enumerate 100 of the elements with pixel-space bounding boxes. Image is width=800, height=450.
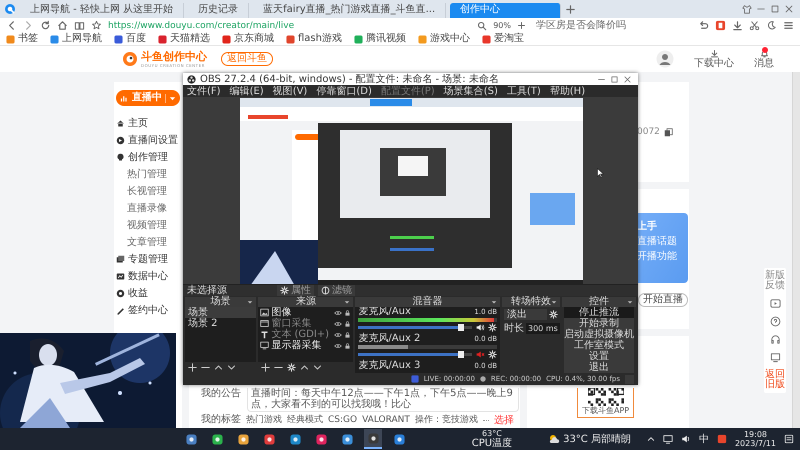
control-button[interactable]: 开始录制: [564, 318, 634, 329]
tag[interactable]: CS:GO: [328, 414, 358, 426]
sidebar-item[interactable]: 收益: [116, 288, 148, 299]
move-up-icon[interactable]: [214, 363, 223, 372]
dock-menu-icon[interactable]: [344, 299, 350, 305]
copy-icon[interactable]: [664, 128, 673, 136]
lock-icon[interactable]: [344, 342, 352, 350]
bookmark-link[interactable]: 爱淘宝: [482, 33, 524, 45]
eye-icon[interactable]: [334, 342, 342, 350]
bookmark-link[interactable]: 上网导航: [50, 33, 102, 45]
maximize-icon[interactable]: [770, 4, 780, 14]
menu-item[interactable]: 工具(T): [506, 86, 541, 96]
close-icon[interactable]: [784, 4, 794, 14]
bookmark-link[interactable]: 百度: [114, 33, 146, 45]
volume-slider[interactable]: [358, 351, 472, 358]
zoom-icon[interactable]: [477, 20, 488, 30]
plus-icon[interactable]: [517, 21, 526, 30]
taskbar-app[interactable]: [364, 429, 382, 449]
undo-icon[interactable]: [698, 20, 709, 31]
menu-item[interactable]: 视图(V): [272, 86, 308, 96]
weather-widget[interactable]: 33°C 局部晴朗: [548, 432, 631, 446]
scrollbar[interactable]: [792, 72, 800, 428]
book-icon[interactable]: [74, 20, 85, 31]
transition-select[interactable]: 淡出: [504, 309, 547, 320]
back-icon[interactable]: [6, 20, 17, 31]
lock-icon[interactable]: [344, 308, 352, 316]
dock-menu-icon[interactable]: [551, 299, 557, 305]
bookmark-link[interactable]: 京东商城: [222, 33, 274, 45]
maximize-icon[interactable]: [610, 74, 619, 84]
old-version-link[interactable]: 返回旧版: [765, 370, 785, 390]
start-live-button[interactable]: 开始直播: [638, 293, 688, 307]
duration-field[interactable]: 300 ms: [526, 323, 560, 334]
star-icon[interactable]: [91, 20, 102, 31]
avatar-icon[interactable]: [656, 50, 674, 68]
dock-menu-icon[interactable]: [247, 299, 254, 305]
header-link[interactable]: 下载中心: [694, 49, 734, 69]
close-icon[interactable]: [623, 74, 632, 84]
menu-icon[interactable]: [783, 20, 794, 31]
control-button[interactable]: 工作室模式: [564, 340, 634, 351]
sidebar-item[interactable]: 视频管理: [116, 220, 167, 231]
browser-tab[interactable]: 创作中心: [450, 3, 562, 18]
gear-icon[interactable]: [488, 350, 497, 359]
menu-item[interactable]: 帮助(H): [550, 86, 586, 96]
notification-icon[interactable]: [784, 434, 794, 444]
sidebar-item[interactable]: 直播间设置: [116, 135, 178, 146]
sidebar-item[interactable]: 创作管理: [116, 152, 168, 163]
add-icon[interactable]: [261, 363, 270, 372]
feedback-link[interactable]: 新版反馈: [765, 271, 785, 291]
play-icon[interactable]: [770, 298, 780, 309]
sidebar-item[interactable]: 数据中心: [116, 271, 168, 282]
control-button[interactable]: 设置: [564, 351, 634, 362]
bookmark-link[interactable]: 天猫精选: [158, 33, 210, 45]
control-button[interactable]: 退出: [564, 362, 634, 373]
menu-item[interactable]: 停靠窗口(D): [316, 86, 372, 96]
headset-icon[interactable]: [770, 334, 780, 345]
muted-speaker-icon[interactable]: [475, 350, 485, 359]
app-icon[interactable]: [716, 434, 727, 444]
menu-item[interactable]: 场景集合(S): [444, 86, 498, 96]
volume-slider[interactable]: [358, 324, 472, 331]
control-button[interactable]: 停止推流: [564, 307, 634, 318]
resize-grip[interactable]: [625, 374, 634, 384]
home-icon[interactable]: [57, 20, 68, 31]
scene-item[interactable]: 场景: [185, 307, 256, 318]
reload-icon[interactable]: [40, 20, 51, 31]
network-icon[interactable]: [662, 434, 673, 444]
chevron-up-icon[interactable]: [646, 435, 655, 443]
move-up-icon[interactable]: [300, 363, 310, 372]
properties-button[interactable]: 属性: [277, 285, 314, 296]
sidebar-item[interactable]: 签约中心: [116, 305, 168, 316]
monitor-icon[interactable]: [770, 352, 780, 363]
header-link[interactable]: 消息: [754, 49, 774, 69]
download-icon[interactable]: [732, 20, 743, 31]
move-down-icon[interactable]: [227, 363, 236, 372]
bookmark-link[interactable]: flash游戏: [286, 33, 342, 45]
scene-item[interactable]: 场景 2: [185, 318, 256, 329]
speaker-icon[interactable]: [475, 323, 485, 332]
skin-icon[interactable]: [742, 4, 752, 14]
move-down-icon[interactable]: [313, 363, 322, 372]
gear-icon[interactable]: [287, 363, 296, 372]
bookmark-link[interactable]: 腾讯视频: [354, 33, 406, 45]
eye-icon[interactable]: [334, 308, 342, 316]
sidebar-item[interactable]: 长视管理: [116, 186, 167, 197]
scissors-icon[interactable]: [749, 20, 760, 31]
menu-item[interactable]: 文件(F): [187, 86, 221, 96]
filters-button[interactable]: 滤镜: [318, 285, 355, 296]
source-item[interactable]: 图像: [258, 307, 354, 318]
gear-icon[interactable]: [549, 310, 558, 319]
new-tab-icon[interactable]: [565, 4, 576, 14]
select-link[interactable]: 选择: [494, 414, 514, 426]
bookmark-link[interactable]: 书签: [6, 33, 38, 45]
tag[interactable]: 热门游戏: [246, 414, 282, 426]
sidebar-item[interactable]: 主页: [116, 118, 148, 129]
menu-item[interactable]: 编辑(E): [230, 86, 264, 96]
clock[interactable]: 19:08 2023/7/11: [734, 430, 776, 448]
tag[interactable]: 操作：竞技游戏: [414, 414, 478, 426]
dock-menu-icon[interactable]: [491, 299, 497, 305]
sidebar-item[interactable]: 专题管理: [116, 254, 168, 265]
tag[interactable]: VALORANT: [362, 414, 410, 426]
add-icon[interactable]: [188, 363, 197, 372]
sidebar-item[interactable]: 热门管理: [116, 169, 167, 180]
